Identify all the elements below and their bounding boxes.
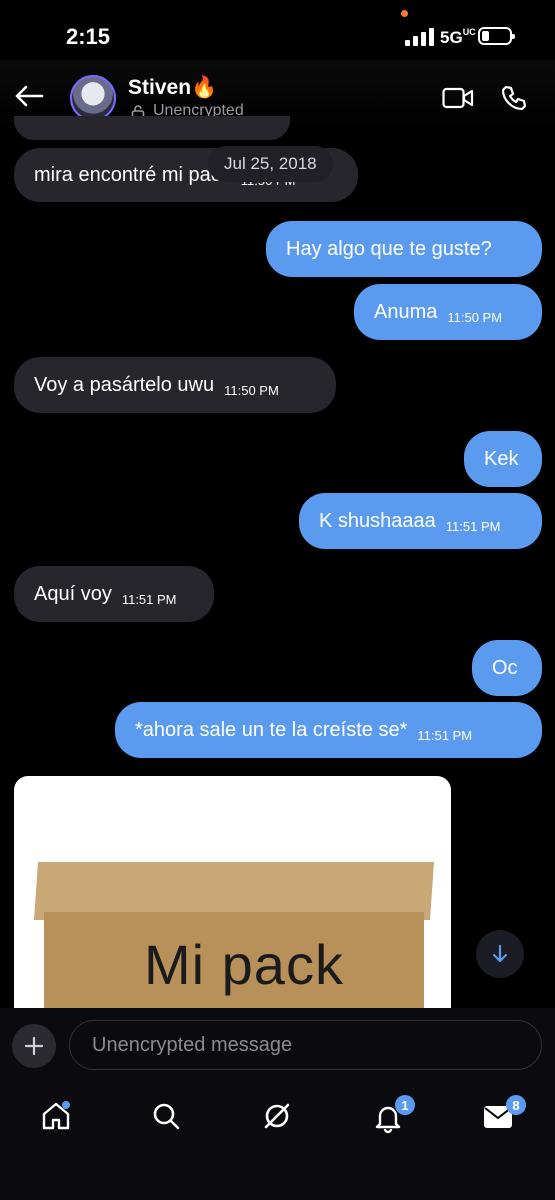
message-bubble-outgoing[interactable]: Hay algo que te guste? [266, 221, 542, 277]
message-bubble-partial [14, 116, 290, 140]
image-message[interactable]: Mi pack [14, 776, 451, 1016]
video-call-icon[interactable] [442, 86, 474, 110]
message-time: 11:51 PM [121, 591, 177, 607]
signal-icon [405, 28, 435, 46]
spaces-icon[interactable] [261, 1100, 293, 1132]
message-text: Kek [484, 447, 519, 470]
status-time: 2:15 [66, 24, 111, 49]
message-time: 11:50 PM [224, 382, 279, 398]
contact-name[interactable]: Stiven🔥 [128, 76, 217, 100]
messages-badge: 8 [506, 1095, 526, 1115]
message-bubble-outgoing[interactable]: *ahora sale un te la creíste se* 11:51 P… [115, 702, 542, 758]
message-bubble-outgoing[interactable]: K shushaaaa 11:51 PM [299, 493, 542, 549]
message-bubble-incoming[interactable]: Voy a pasártelo uwu 11:50 PM [14, 357, 336, 413]
plus-icon [24, 1036, 44, 1056]
message-text: K shushaaaa [319, 509, 436, 532]
message-bubble-outgoing[interactable]: Anuma 11:50 PM [354, 284, 542, 340]
notifications-badge: 1 [395, 1095, 415, 1115]
message-time: 11:51 PM [417, 727, 473, 743]
message-text: Aquí voy [34, 582, 112, 605]
message-text: Anuma [374, 300, 438, 323]
privacy-dot [401, 10, 408, 17]
arrow-down-icon [492, 944, 508, 963]
message-bubble-outgoing[interactable]: Kek [464, 431, 542, 487]
network-label: 5GUC [440, 27, 476, 47]
avatar[interactable] [70, 75, 116, 121]
date-separator: Jul 25, 2018 [208, 146, 333, 182]
message-input[interactable] [69, 1020, 542, 1070]
search-icon[interactable] [150, 1100, 182, 1132]
message-text: Oc [492, 656, 518, 679]
phone-call-icon[interactable] [500, 84, 528, 112]
message-time: 11:51 PM [445, 518, 501, 534]
add-attachment-button[interactable] [12, 1024, 56, 1068]
message-bubble-outgoing[interactable]: Oc [472, 640, 542, 696]
back-arrow-icon[interactable] [14, 84, 44, 108]
message-text: Voy a pasártelo uwu [34, 373, 215, 396]
scroll-to-bottom-button[interactable] [476, 930, 524, 978]
message-time: 11:50 PM [447, 309, 503, 325]
battery-icon [478, 27, 515, 45]
image-text: Mi pack [144, 933, 344, 996]
message-bubble-incoming[interactable]: Aquí voy 11:51 PM [14, 566, 214, 622]
message-text: *ahora sale un te la creíste se* [135, 718, 408, 741]
message-text: mira encontré mi pack [34, 163, 231, 186]
message-text: Hay algo que te guste? [286, 237, 492, 260]
home-icon[interactable] [40, 1100, 72, 1132]
